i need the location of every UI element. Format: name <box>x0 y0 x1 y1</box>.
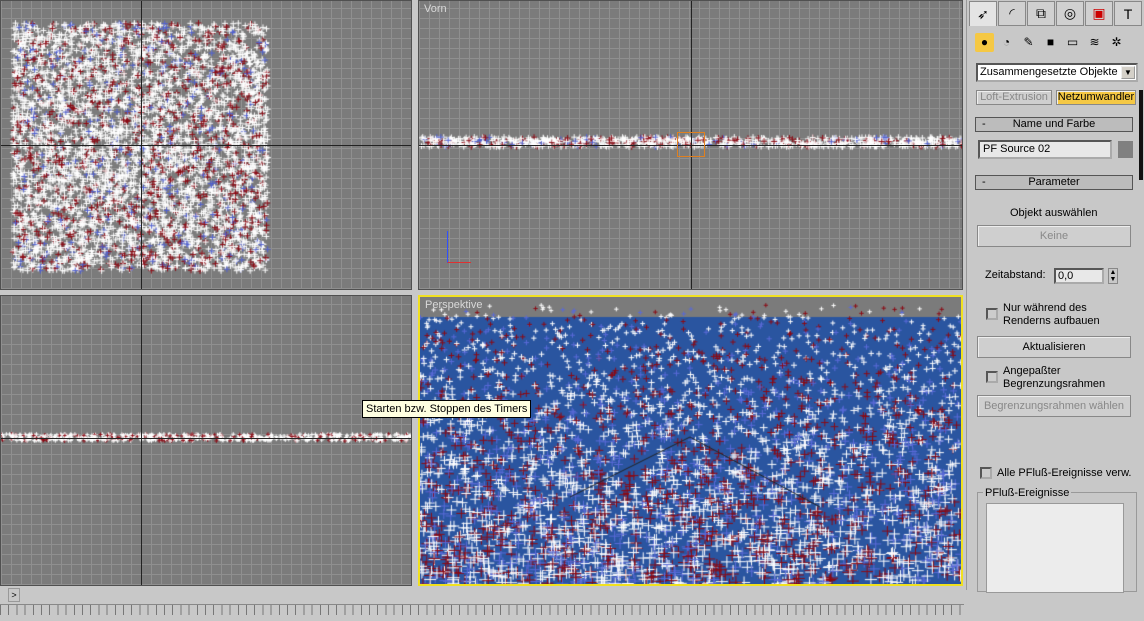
label-line: Renderns aufbauen <box>1003 315 1100 327</box>
all-events-label: Alle PFluß-Ereignisse verw. <box>997 467 1132 479</box>
pick-bbox-button[interactable]: Begrenzungsrahmen wählen <box>977 395 1131 417</box>
hierarchy-tab-icon[interactable]: ⧉ <box>1027 1 1055 26</box>
create-tab-icon[interactable]: ➶ <box>969 1 997 26</box>
panel-scrollbar[interactable] <box>1139 90 1143 180</box>
grid-axis-y <box>141 1 142 289</box>
axis-tripod-icon <box>447 231 471 263</box>
custom-bbox-label: Angepaßter Begrenzungsrahmen <box>1003 365 1105 391</box>
shapes-icon[interactable]: ◔ <box>997 33 1016 52</box>
events-group-title: PFluß-Ereignisse <box>983 487 1072 499</box>
object-name-input[interactable]: PF Source 02 <box>978 140 1112 159</box>
loft-extrusion-button[interactable]: Loft-Extrusion <box>976 90 1052 105</box>
collapse-icon: - <box>982 118 986 130</box>
grid-axis-z <box>141 296 142 585</box>
cameras-icon[interactable]: ■ <box>1041 33 1060 52</box>
motion-tab-icon[interactable]: ◎ <box>1056 1 1084 26</box>
label-line: Begrenzungsrahmen <box>1003 378 1106 390</box>
parameters-rollout[interactable]: - Parameter <box>975 175 1133 190</box>
spacewarps-icon[interactable]: ≋ <box>1085 33 1104 52</box>
rollout-title: Name und Farbe <box>1012 118 1096 130</box>
events-list[interactable] <box>986 503 1124 593</box>
utilities-tab-icon[interactable]: T <box>1114 1 1142 26</box>
particle-cloud <box>1 296 411 585</box>
helpers-icon[interactable]: ▭ <box>1063 33 1082 52</box>
update-button[interactable]: Aktualisieren <box>977 336 1131 358</box>
label-line: Angepaßter <box>1003 365 1061 377</box>
collapse-icon: - <box>982 176 986 188</box>
time-offset-input[interactable]: 0,0 <box>1054 268 1104 284</box>
rollout-title: Parameter <box>1028 176 1080 188</box>
next-frame-button[interactable]: > <box>8 588 20 602</box>
viewport-label: Vorn <box>424 3 447 15</box>
display-tab-icon[interactable]: ▣ <box>1085 1 1113 26</box>
systems-icon[interactable]: ✲ <box>1107 33 1126 52</box>
all-events-checkbox[interactable] <box>980 467 992 479</box>
tooltip: Starten bzw. Stoppen des Timers <box>362 400 532 418</box>
time-slider[interactable]: > <box>0 588 20 603</box>
name-color-rollout[interactable]: - Name und Farbe <box>975 117 1133 132</box>
render-only-checkbox[interactable] <box>986 308 998 320</box>
viewport-front[interactable]: Vorn <box>418 0 963 290</box>
time-offset-label: Zeitabstand: <box>985 269 1046 281</box>
modify-tab-icon[interactable]: ◜ <box>998 1 1026 26</box>
category-select[interactable]: Zusammengesetzte Objekte ▼ <box>976 63 1138 82</box>
chevron-down-icon[interactable]: ▼ <box>1121 66 1135 79</box>
particle-cloud <box>420 297 961 584</box>
lights-icon[interactable]: ✎ <box>1019 33 1038 52</box>
custom-bbox-checkbox[interactable] <box>986 371 998 383</box>
viewport-label: Perspektive <box>425 299 483 311</box>
geometry-icon[interactable]: ● <box>975 32 994 52</box>
pick-object-button[interactable]: Keine <box>977 225 1131 247</box>
viewport-top[interactable] <box>0 0 412 290</box>
grid-axis-x <box>1 145 411 146</box>
object-color-swatch[interactable] <box>1118 141 1133 158</box>
category-select-value: Zusammengesetzte Objekte <box>980 66 1118 78</box>
command-panel: ➶ ◜ ⧉ ◎ ▣ T ● ◔ ✎ ■ ▭ ≋ ✲ Zusammengesetz… <box>966 0 1144 593</box>
viewport-left[interactable] <box>0 295 412 586</box>
pick-object-label: Objekt auswählen <box>1010 207 1098 219</box>
render-only-label: Nur während des Renderns aufbauen <box>1003 302 1100 328</box>
label-line: Nur während des <box>1003 302 1087 314</box>
time-offset-spinner[interactable]: ▲ ▼ <box>1108 268 1118 284</box>
mesher-button[interactable]: Netzumwandler <box>1056 90 1136 105</box>
timeline-ruler[interactable] <box>0 604 964 621</box>
grid-axis-x <box>1 438 411 439</box>
selection-bracket <box>677 132 705 157</box>
viewport-perspective[interactable]: Perspektive <box>418 295 963 586</box>
events-group: PFluß-Ereignisse <box>977 487 1137 593</box>
